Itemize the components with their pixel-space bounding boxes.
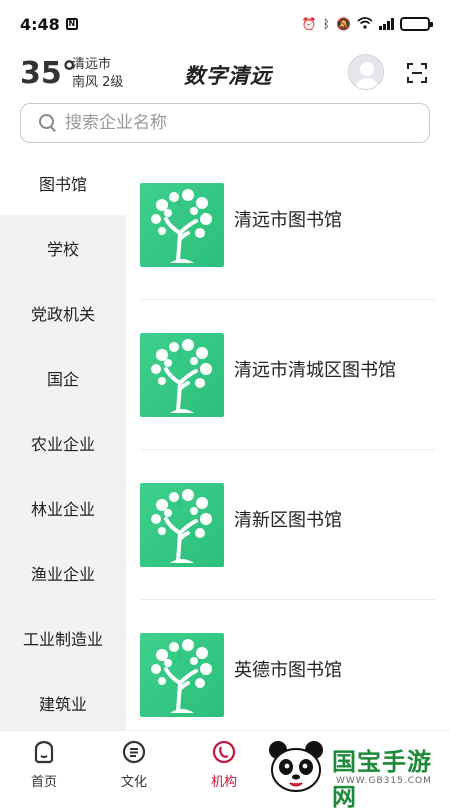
wind-info: 南风 2级 — [72, 75, 124, 90]
category-item-construction[interactable]: 建筑业 — [0, 670, 126, 735]
panda-icon — [269, 741, 323, 792]
svg-text:$: $ — [176, 648, 184, 662]
list-item[interactable]: $ 清新区图书馆 — [126, 450, 450, 600]
money-tree-icon: $ — [140, 633, 224, 717]
bluetooth-icon: ᛒ — [322, 17, 331, 31]
tab-home[interactable]: 首页 — [14, 739, 74, 790]
category-item-forestry[interactable]: 林业企业 — [0, 475, 126, 540]
money-tree-icon: $ — [140, 333, 224, 417]
tab-organization[interactable]: 机构 — [194, 739, 254, 790]
weather-info: 清远市 南风 2级 — [72, 56, 123, 92]
money-tree-icon: $ — [140, 483, 224, 567]
organization-icon — [212, 740, 236, 764]
category-sidebar: 图书馆 学校 党政机关 国企 农业企业 林业企业 渔业企业 工业制造业 建筑业 — [0, 150, 126, 730]
watermark: 国宝手游网 WWW.GB315.COM — [262, 732, 450, 811]
document-icon — [122, 740, 146, 764]
app-header: 35° 清远市 南风 2级 数字清远 — [0, 50, 450, 98]
list-item[interactable]: $ 英德市图书馆 — [126, 600, 450, 730]
app-title: 数字清远 — [184, 63, 272, 88]
category-item-fishery[interactable]: 渔业企业 — [0, 540, 126, 605]
category-item-school[interactable]: 学校 — [0, 215, 126, 280]
category-item-state-enterprise[interactable]: 国企 — [0, 345, 126, 410]
org-name: 清远市图书馆 — [234, 210, 342, 231]
org-name: 清新区图书馆 — [234, 510, 342, 531]
nfc-icon: N — [65, 18, 78, 30]
mute-icon: 🔕 — [336, 17, 351, 31]
org-name: 清远市清城区图书馆 — [234, 360, 396, 381]
search-icon — [39, 114, 57, 132]
status-bar: 4:48 N ⏰ ᛒ 🔕 — [0, 0, 450, 48]
status-time: 4:48 — [20, 14, 60, 34]
tab-label: 首页 — [30, 775, 57, 790]
list-item[interactable]: $ 清远市清城区图书馆 — [126, 300, 450, 450]
category-item-manufacturing[interactable]: 工业制造业 — [0, 605, 126, 670]
search-bar[interactable] — [20, 103, 430, 143]
signal-icon — [379, 18, 394, 30]
tab-label: 文化 — [120, 775, 147, 790]
category-item-government[interactable]: 党政机关 — [0, 280, 126, 345]
svg-text:$: $ — [176, 498, 184, 512]
list-item[interactable]: $ 清远市图书馆 — [126, 150, 450, 300]
watermark-url: WWW.GB315.COM — [336, 776, 432, 786]
scan-icon[interactable] — [406, 62, 428, 84]
alarm-icon: ⏰ — [301, 17, 317, 31]
avatar[interactable] — [348, 54, 384, 90]
org-name: 英德市图书馆 — [234, 660, 342, 681]
search-input[interactable] — [65, 113, 405, 133]
tab-culture[interactable]: 文化 — [104, 739, 164, 790]
battery-icon — [400, 17, 433, 31]
home-icon — [34, 740, 54, 764]
category-item-library[interactable]: 图书馆 — [0, 150, 126, 215]
svg-text:$: $ — [176, 198, 184, 212]
city-name: 清远市 — [72, 57, 112, 72]
org-list: $ 清远市图书馆 $ 清远市清城区图书馆 $ 清新区图书馆 $ 英德市图书馆 — [126, 150, 450, 730]
money-tree-icon: $ — [140, 183, 224, 267]
category-item-agriculture[interactable]: 农业企业 — [0, 410, 126, 475]
tab-label: 机构 — [210, 775, 237, 790]
wifi-icon — [357, 16, 373, 32]
svg-text:$: $ — [176, 348, 184, 362]
temperature: 35° — [20, 56, 77, 91]
